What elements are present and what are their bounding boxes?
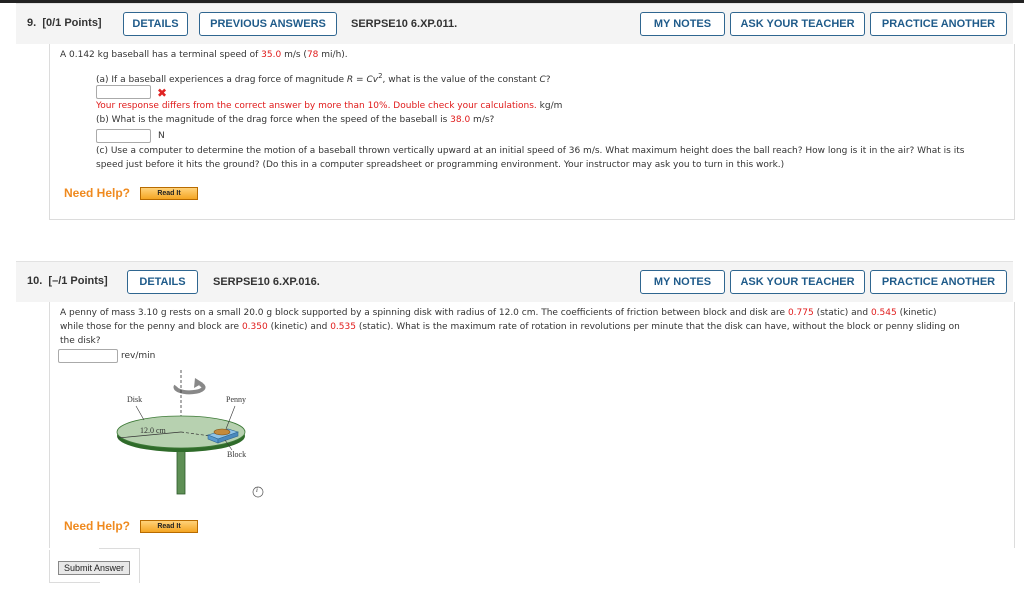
question-9-number: 9. [0/1 Points] xyxy=(27,17,102,29)
info-icon xyxy=(252,486,264,498)
question-10-text-line-1: A penny of mass 3.10 g rests on a small … xyxy=(60,308,937,318)
part-a-prompt: (a) If a baseball experiences a drag for… xyxy=(96,72,551,85)
practice-another-button[interactable]: PRACTICE ANOTHER xyxy=(870,270,1007,294)
rotation-arrow-icon xyxy=(173,378,206,395)
part-b-unit: N xyxy=(158,131,165,141)
part-c-line-1: (c) Use a computer to determine the moti… xyxy=(96,146,965,156)
details-button[interactable]: DETAILS xyxy=(127,270,198,294)
question-10-number: 10. [–/1 Points] xyxy=(27,275,108,287)
read-it-button[interactable]: Read It xyxy=(140,187,198,200)
need-help-label: Need Help? xyxy=(64,186,131,200)
block-label: Block xyxy=(227,450,247,459)
penny xyxy=(213,428,231,436)
practice-another-button[interactable]: PRACTICE ANOTHER xyxy=(870,12,1007,36)
disk-diagram: Disk Penny 12.0 cm Block i xyxy=(110,368,280,508)
need-help-label: Need Help? xyxy=(64,519,131,533)
ask-teacher-button[interactable]: ASK YOUR TEACHER xyxy=(730,12,865,36)
my-notes-button[interactable]: MY NOTES xyxy=(640,270,725,294)
penny-label: Penny xyxy=(226,395,246,404)
ask-teacher-button[interactable]: ASK YOUR TEACHER xyxy=(730,270,865,294)
incorrect-x-icon: ✖ xyxy=(157,86,168,100)
submit-answer-button[interactable]: Submit Answer xyxy=(58,561,130,575)
question-code: SERPSE10 6.XP.011. xyxy=(351,18,458,30)
previous-answers-button[interactable]: PREVIOUS ANSWERS xyxy=(199,12,337,36)
info-icon-glyph[interactable]: i xyxy=(256,486,258,494)
question-9-header: 9. [0/1 Points] DETAILS PREVIOUS ANSWERS… xyxy=(16,3,1013,44)
read-it-button[interactable]: Read It xyxy=(140,520,198,533)
question-9-intro: A 0.142 kg baseball has a terminal speed… xyxy=(60,50,348,60)
disk-figure-graphic xyxy=(116,370,264,498)
details-button[interactable]: DETAILS xyxy=(123,12,188,36)
part-b-prompt: (b) What is the magnitude of the drag fo… xyxy=(96,115,495,125)
answer-unit: rev/min xyxy=(121,351,156,361)
question-code: SERPSE10 6.XP.016. xyxy=(213,276,320,288)
disk-label: Disk xyxy=(127,395,143,404)
part-c-line-2: speed just before it hits the ground? (D… xyxy=(96,160,785,170)
question-10-text-line-2: while those for the penny and block are … xyxy=(60,322,960,332)
part-b-answer-input[interactable] xyxy=(96,129,151,143)
my-notes-button[interactable]: MY NOTES xyxy=(640,12,725,36)
part-a-answer-input[interactable] xyxy=(96,85,151,99)
question-10-text-line-3: the disk? xyxy=(60,336,101,346)
rev-min-answer-input[interactable] xyxy=(58,349,118,363)
question-10-header: 10. [–/1 Points] DETAILS SERPSE10 6.XP.0… xyxy=(16,261,1013,302)
part-a-feedback: Your response differs from the correct a… xyxy=(96,101,563,111)
radius-label: 12.0 cm xyxy=(140,426,166,435)
